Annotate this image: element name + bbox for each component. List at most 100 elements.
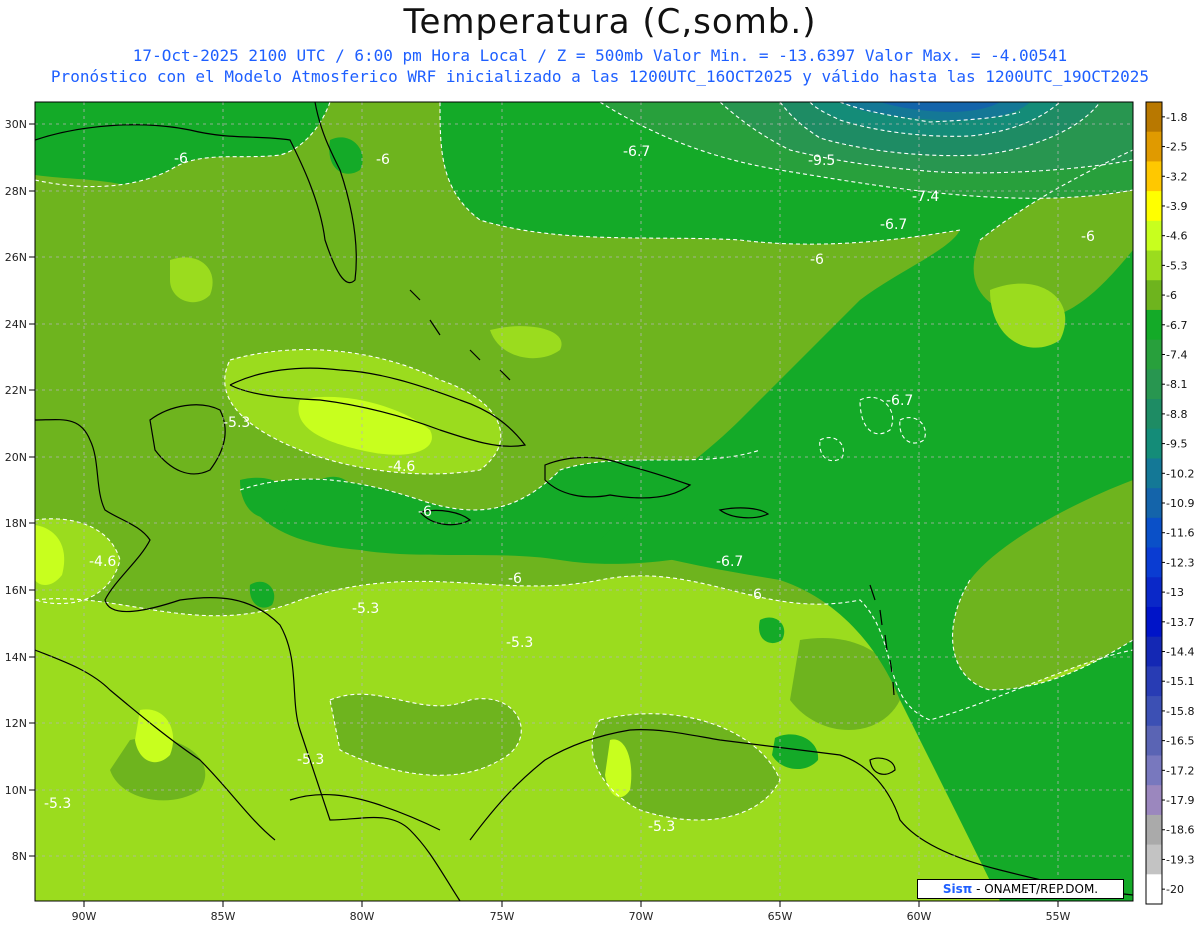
lat-label: 22N [5,384,27,397]
color-bar-label: -18.6 [1166,824,1194,837]
color-bar-swatch [1146,161,1162,192]
color-bar-label: -10.2 [1166,467,1194,480]
color-bar-label: -1.8 [1166,111,1187,124]
color-bar-label: -3.9 [1166,200,1187,213]
lon-label: 85W [211,910,236,923]
color-bar-swatch [1146,428,1162,459]
color-bar-swatch [1146,102,1162,133]
color-bar-label: -7.4 [1166,348,1187,361]
contour-label: -4.6 [388,459,415,475]
credit-box: Sisπ - ONAMET/REP.DOM. [917,879,1124,899]
color-bar-label: -12.3 [1166,556,1194,569]
color-bar-label: -10.9 [1166,497,1194,510]
color-bar-label: -2.5 [1166,141,1187,154]
contour-label: -6.7 [716,554,743,570]
contour-label: -6 [748,587,762,603]
color-bar-label: -8.1 [1166,378,1187,391]
forecast-map: -6 -6 -6.7 -9.5 -7.4 -6.7 -6 -6 -6.7 -5.… [5,101,1194,923]
contour-label: -5.3 [44,796,71,812]
color-bar: -1.8 -2.5 -3.2 -3.9 -4.6 -5.3 -6 -6.7 -7.4 -8.1 -8… [1145,101,1194,905]
contour-label: -5.3 [352,601,379,617]
color-bar-swatch [1146,844,1162,875]
lat-label: 12N [5,717,27,730]
brand-logo: Sisπ [942,882,973,896]
color-bar-label: -17.2 [1166,764,1194,777]
contour-label: -6 [174,151,188,167]
contour-label: -6 [376,152,390,168]
color-bar-swatch [1146,636,1162,667]
color-bar-label: -3.2 [1166,170,1187,183]
color-bar-label: -16.5 [1166,735,1194,748]
color-bar-label: -4.6 [1166,230,1187,243]
color-bar-label: -6 [1166,289,1177,302]
lon-axis-labels: 90W 85W 80W 75W 70W 65W 60W 55W [72,910,1071,923]
contour-label: -7.4 [912,189,939,205]
color-bar-label: -9.5 [1166,438,1187,451]
credit-org: - ONAMET/REP.DOM. [976,882,1099,896]
color-bar-swatch [1146,547,1162,578]
color-bar-swatch [1146,666,1162,697]
color-bar-swatch [1146,785,1162,816]
color-bar-label: -19.3 [1166,853,1194,866]
color-bar-swatch [1146,339,1162,370]
color-bar-label: -14.4 [1166,646,1194,659]
lon-label: 65W [768,910,793,923]
lat-label: 28N [5,185,27,198]
color-bar-swatch [1146,280,1162,311]
lon-label: 70W [629,910,654,923]
color-bar-swatch [1146,606,1162,638]
contour-label: -6.7 [880,217,907,233]
contour-label: -6 [1081,229,1095,245]
lat-label: 8N [12,850,27,863]
lon-label: 55W [1046,910,1071,923]
color-bar-swatch [1146,458,1162,489]
color-bar-swatch [1146,131,1162,162]
color-bar-label: -5.3 [1166,259,1187,272]
contour-label: -5.3 [223,415,250,431]
contour-label: -5.3 [506,635,533,651]
color-bar-swatch [1146,696,1162,727]
lat-label: 14N [5,651,27,664]
color-bar-swatch [1146,369,1162,400]
color-bar-swatch [1146,191,1162,222]
color-bar-swatch [1146,755,1162,786]
temperature-field [35,102,1133,901]
contour-label: -6 [418,504,432,520]
contour-label: -6.7 [886,393,913,409]
lat-label: 26N [5,251,27,264]
lon-label: 80W [350,910,375,923]
color-bar-swatch [1146,814,1162,846]
color-bar-swatch [1146,488,1162,519]
color-bar-swatch [1146,309,1162,341]
contour-label: -6 [810,252,824,268]
color-bar-label: -8.8 [1166,408,1187,421]
color-bar-label: -15.1 [1166,675,1194,688]
contour-label: -5.3 [648,819,675,835]
color-bar-label: -15.8 [1166,705,1194,718]
color-bar-swatch [1146,517,1162,549]
color-bar-label: -20 [1166,883,1184,896]
lon-label: 75W [490,910,515,923]
color-bar-swatch [1146,577,1162,608]
color-bar-label: -17.9 [1166,794,1194,807]
color-bar-label: -6.7 [1166,319,1187,332]
lat-label: 20N [5,451,27,464]
contour-label: -4.6 [89,554,116,570]
color-bar-swatch [1146,220,1162,252]
color-bar-label: -11.6 [1166,527,1194,540]
lat-label: 10N [5,784,27,797]
color-bar-label: -13 [1166,586,1184,599]
lat-axis-labels: 30N 28N 26N 24N 22N 20N 18N 16N 14N 12N … [5,118,27,863]
contour-label: -9.5 [808,153,835,169]
contour-label: -6.7 [623,144,650,160]
color-bar-swatch [1146,399,1162,430]
color-bar-swatch [1146,874,1162,905]
contour-label: -5.3 [297,752,324,768]
lon-label: 90W [72,910,97,923]
contour-label: -6 [508,571,522,587]
color-bar-swatch [1146,250,1162,281]
lat-label: 30N [5,118,27,131]
lat-label: 24N [5,318,27,331]
color-bar-swatch [1146,725,1162,756]
lon-label: 60W [907,910,932,923]
